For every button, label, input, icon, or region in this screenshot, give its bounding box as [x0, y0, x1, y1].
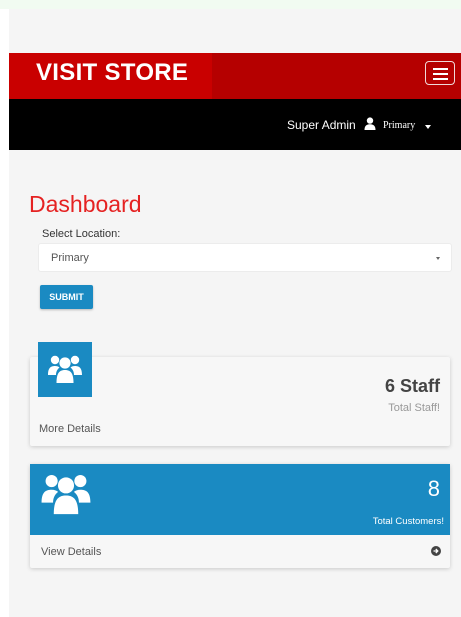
- navbar: VISIT STORE: [9, 53, 461, 99]
- hamburger-icon: [433, 68, 448, 70]
- users-icon: [41, 475, 91, 515]
- hamburger-icon: [433, 73, 448, 75]
- arrow-circle-right-icon[interactable]: [431, 546, 441, 556]
- users-icon: [48, 355, 82, 383]
- staff-count-label: Total Staff!: [388, 402, 440, 414]
- user-bar: Super Admin Primary: [9, 99, 461, 150]
- user-name[interactable]: Super Admin: [287, 118, 356, 132]
- staff-more-details-link[interactable]: More Details: [39, 423, 101, 435]
- menu-toggle-button[interactable]: [425, 61, 455, 85]
- customers-count-label: Total Customers!: [372, 516, 444, 527]
- brand-logo[interactable]: VISIT STORE: [9, 53, 212, 99]
- submit-button[interactable]: SUBMIT: [40, 285, 93, 309]
- caret-down-icon[interactable]: [425, 125, 431, 129]
- chevron-down-icon: [436, 257, 440, 260]
- user-icon: [364, 117, 376, 130]
- location-select[interactable]: Primary: [38, 243, 452, 272]
- staff-card: 6 Staff Total Staff! More Details: [30, 342, 450, 446]
- hamburger-icon: [433, 78, 448, 80]
- customers-count: 8: [427, 476, 440, 501]
- customers-card-header: 8 Total Customers!: [30, 464, 450, 535]
- page-title: Dashboard: [29, 191, 142, 217]
- staff-count: 6 Staff: [384, 376, 440, 396]
- top-strip: [0, 0, 461, 9]
- customers-card: 8 Total Customers! View Details: [30, 464, 450, 568]
- location-dropdown[interactable]: Primary: [383, 120, 415, 131]
- customers-view-details-link[interactable]: View Details: [41, 546, 101, 558]
- location-select-value: Primary: [51, 252, 89, 264]
- select-location-label: Select Location:: [42, 228, 121, 240]
- staff-icon-box: [38, 342, 92, 397]
- page: VISIT STORE Super Admin Primary Dashboar…: [9, 9, 461, 617]
